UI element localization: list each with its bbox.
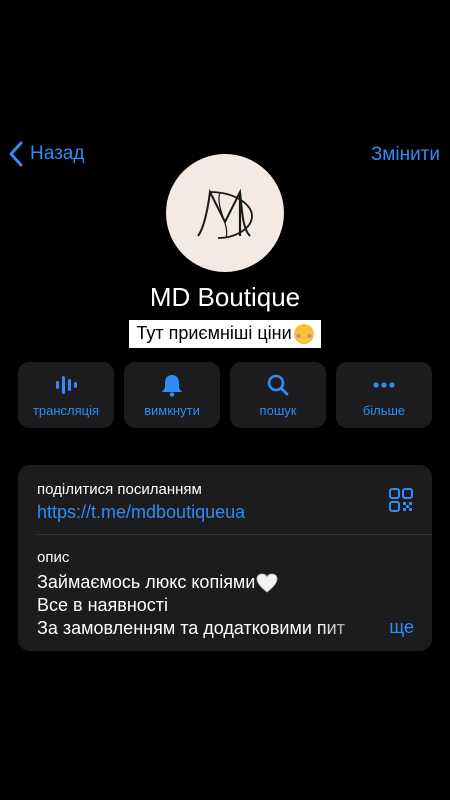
search-label: пошук bbox=[259, 402, 297, 418]
smiling-face-hearts-emoji-icon bbox=[293, 323, 314, 344]
mute-button[interactable]: вимкнути bbox=[124, 362, 220, 428]
chevron-left-icon bbox=[9, 141, 23, 167]
md-monogram-logo bbox=[197, 188, 253, 239]
description-caption: опис bbox=[37, 549, 70, 566]
divider bbox=[37, 534, 432, 535]
bell-icon bbox=[162, 374, 182, 397]
back-button[interactable]: Назад bbox=[8, 141, 84, 167]
description-line: За замовленням та додатковими пит bbox=[37, 618, 345, 638]
description-line: Займаємось люкс копіями bbox=[37, 571, 417, 594]
status-text: Тут приємніші ціни bbox=[136, 323, 292, 343]
search-icon bbox=[267, 374, 289, 395]
qr-code-icon[interactable] bbox=[388, 487, 414, 513]
broadcast-button[interactable]: трансляція bbox=[18, 362, 114, 428]
mute-label: вимкнути bbox=[144, 402, 200, 418]
avatar[interactable] bbox=[166, 154, 284, 272]
channel-status: Тут приємніші ціни bbox=[129, 320, 321, 348]
share-link-caption: поділитися посиланням bbox=[37, 481, 202, 498]
share-link[interactable]: https://t.me/mdboutiqueua bbox=[37, 502, 245, 523]
broadcast-icon bbox=[56, 375, 77, 394]
edit-button[interactable]: Змінити bbox=[371, 144, 440, 166]
channel-info-card: поділитися посиланням https://t.me/mdbou… bbox=[18, 465, 432, 651]
description-line: Все в наявності bbox=[37, 595, 169, 615]
action-bar: трансляція вимкнути пошук більше bbox=[18, 362, 432, 428]
more-button[interactable]: більше bbox=[336, 362, 432, 428]
description-more-link[interactable]: ще bbox=[389, 617, 414, 638]
more-label: більше bbox=[362, 402, 406, 418]
back-label: Назад bbox=[30, 143, 85, 164]
broadcast-label: трансляція bbox=[32, 402, 100, 418]
search-button[interactable]: пошук bbox=[230, 362, 326, 428]
ellipsis-icon bbox=[373, 381, 395, 388]
channel-name: MD Boutique bbox=[149, 282, 301, 312]
white-heart-emoji-icon bbox=[256, 573, 278, 593]
description-text: Займаємось люкс копіями Все в наявності … bbox=[37, 571, 417, 640]
